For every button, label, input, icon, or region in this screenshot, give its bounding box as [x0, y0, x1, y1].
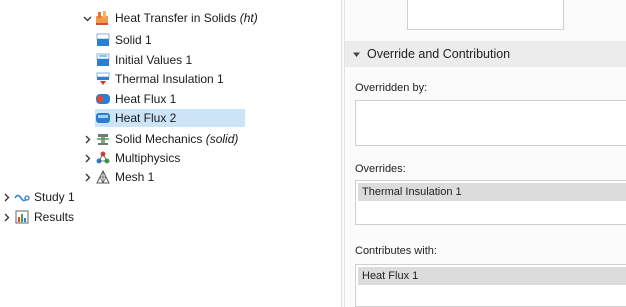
tree-node-label: Study 1: [34, 190, 75, 204]
tree-node-initial-values[interactable]: Initial Values 1: [95, 51, 192, 69]
overridden-by-list[interactable]: [355, 100, 626, 146]
tree-node-multiphysics[interactable]: Multiphysics: [85, 149, 181, 167]
tree-node-label: Initial Values 1: [115, 53, 193, 67]
tree-node-label: Mesh 1: [115, 170, 155, 184]
list-item[interactable]: Thermal Insulation 1: [358, 183, 626, 201]
chevron-right-icon[interactable]: [1, 208, 11, 226]
tree-node-label: Heat Transfer in Solids (ht): [115, 11, 258, 25]
collapse-triangle-icon[interactable]: [345, 50, 367, 59]
chevron-right-icon[interactable]: [1, 188, 11, 206]
previous-section-field: [407, 0, 564, 30]
thermal-insulation-icon: [95, 71, 111, 87]
tree-node-solid-mechanics[interactable]: Solid Mechanics (solid): [85, 130, 239, 148]
tree-node-label: Solid 1: [115, 33, 152, 47]
list-item[interactable]: Heat Flux 1: [358, 267, 626, 285]
section-title: Override and Contribution: [367, 47, 511, 61]
solid-domain-icon: [95, 32, 111, 48]
tree-node-heat-transfer[interactable]: Heat Transfer in Solids (ht): [83, 9, 258, 27]
tree-node-label: Heat Flux 1: [115, 92, 177, 106]
model-builder-tree: Heat Transfer in Solids (ht) Solid 1 Ini…: [0, 0, 341, 307]
heat-flux-boundary-icon: [95, 110, 111, 126]
mesh-icon: [95, 169, 111, 185]
overrides-list[interactable]: Thermal Insulation 1: [355, 180, 626, 225]
tree-node-mesh[interactable]: Mesh 1: [85, 168, 155, 186]
tree-node-results[interactable]: Results: [4, 208, 75, 226]
solid-mechanics-icon: [95, 131, 111, 147]
chevron-right-icon[interactable]: [82, 130, 92, 148]
initial-values-icon: [95, 52, 111, 68]
overridden-by-label: Overridden by:: [355, 82, 428, 94]
tree-node-label: Heat Flux 2: [115, 111, 177, 125]
study-icon: [14, 189, 30, 205]
tree-node-study[interactable]: Study 1: [4, 188, 75, 206]
tree-node-solid1[interactable]: Solid 1: [95, 31, 152, 49]
tree-node-heat-flux-1[interactable]: Heat Flux 1: [95, 90, 176, 108]
heat-flux-icon: [95, 91, 111, 107]
tree-node-label: Multiphysics: [115, 151, 181, 165]
overrides-label: Overrides:: [355, 163, 406, 175]
tree-node-heat-flux-2[interactable]: Heat Flux 2: [95, 109, 245, 127]
tree-node-label: Solid Mechanics (solid): [115, 132, 239, 146]
contributes-with-list[interactable]: Heat Flux 1: [355, 264, 626, 307]
chevron-right-icon[interactable]: [82, 168, 92, 186]
multiphysics-icon: [95, 150, 111, 166]
tree-node-label: Results: [34, 210, 75, 224]
settings-panel: Override and Contribution Overridden by:…: [345, 0, 626, 307]
tree-node-label: Thermal Insulation 1: [115, 72, 224, 86]
results-icon: [14, 209, 30, 225]
contributes-with-label: Contributes with:: [355, 245, 437, 257]
tree-node-thermal-insulation[interactable]: Thermal Insulation 1: [95, 70, 224, 88]
section-header-override-contribution[interactable]: Override and Contribution: [345, 41, 626, 67]
chevron-right-icon[interactable]: [82, 149, 92, 167]
heat-transfer-icon: [95, 10, 111, 26]
chevron-down-icon[interactable]: [82, 9, 92, 27]
